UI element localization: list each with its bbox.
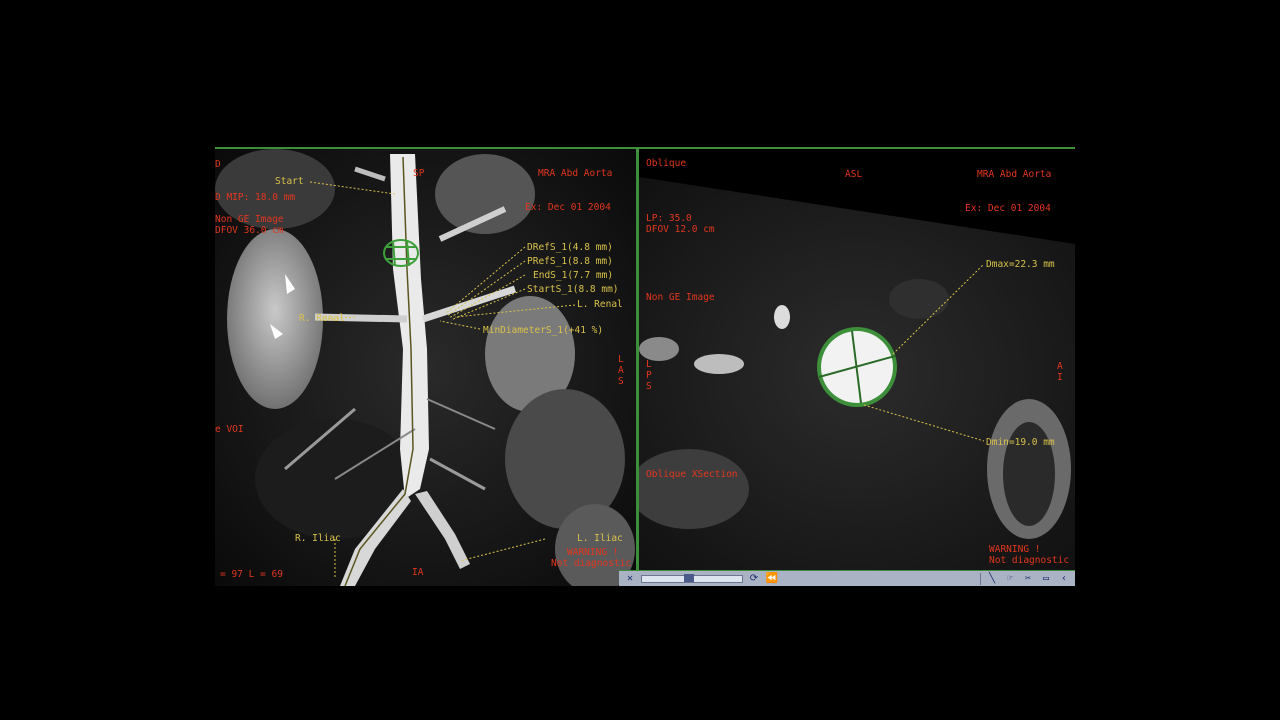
- dmin-label: Dmin=19.0 mm: [986, 437, 1055, 448]
- orient-top-label: SP: [413, 168, 425, 179]
- series-label: MRA Abd Aorta: [977, 169, 1052, 180]
- header-line-1: D: [215, 159, 221, 170]
- warning-sub-label: Not diagnostic: [551, 558, 632, 569]
- cursor-tool-icon[interactable]: ☞: [1003, 573, 1017, 585]
- orient-top-label: ASL: [845, 169, 863, 180]
- exam-date-label: Ex: Dec 01 2004: [965, 203, 1051, 214]
- dfov-label: DFOV 12.0 cm: [646, 224, 715, 235]
- min-diameter-label: MinDiameterS_1(+41 %): [483, 325, 604, 336]
- non-ge-image-label: Non GE Image: [215, 214, 284, 225]
- end-measurement: EndS_1(7.7 mm): [533, 270, 614, 281]
- l-renal-label: L. Renal: [577, 299, 623, 310]
- cut-icon[interactable]: ✂: [1021, 573, 1035, 585]
- warning-sub-label: Not diagnostic: [989, 555, 1070, 566]
- xsection-label: Oblique XSection: [646, 469, 738, 480]
- r-renal-label: R. Renal: [299, 313, 345, 324]
- start-label: Start: [275, 176, 304, 187]
- pref-measurement: PRefS_1(8.8 mm): [527, 256, 613, 267]
- orient-bottom-label: IA: [412, 567, 424, 578]
- viewer-toolbar: ✕ ⟳ ⏪ ╲ ☞ ✂ ▭ ‹: [619, 570, 1075, 586]
- oblique-view-pane[interactable]: Oblique ASL MRA Abd Aorta Ex: Dec 01 200…: [639, 147, 1075, 570]
- view-label: Oblique: [646, 158, 687, 169]
- slider-knob[interactable]: [684, 573, 694, 582]
- warning-label: WARNING !: [989, 544, 1041, 555]
- series-label: MRA Abd Aorta: [538, 168, 613, 179]
- mip-thickness: D MIP: 18.0 mm: [215, 192, 296, 203]
- r-iliac-label: R. Iliac: [295, 533, 341, 544]
- exam-date-label: Ex: Dec 01 2004: [525, 202, 611, 213]
- voi-label: e VOI: [215, 424, 244, 435]
- close-icon[interactable]: ✕: [623, 573, 637, 585]
- warning-label: WARNING !: [567, 547, 619, 558]
- window-level-label: = 97 L = 69: [220, 569, 283, 580]
- orient-left-label: L P S: [646, 359, 652, 392]
- lp-label: LP: 35.0: [646, 213, 692, 224]
- loop-icon[interactable]: ⟳: [747, 573, 761, 585]
- dref-measurement: DRefS_1(4.8 mm): [527, 242, 613, 253]
- l-iliac-label: L. Iliac: [577, 533, 623, 544]
- dfov-label: DFOV 36.0 cm: [215, 225, 284, 236]
- rewind-icon[interactable]: ⏪: [765, 573, 779, 585]
- arrow-left-icon[interactable]: ‹: [1057, 573, 1071, 585]
- imaging-viewer: D D MIP: 18.0 mm Non GE Image DFOV 36.0 …: [215, 147, 1075, 586]
- dmax-label: Dmax=22.3 mm: [986, 259, 1055, 270]
- orient-right-label: A I: [1057, 361, 1063, 383]
- mip-view-pane[interactable]: D D MIP: 18.0 mm Non GE Image DFOV 36.0 …: [215, 147, 636, 586]
- frame-slider[interactable]: [641, 573, 743, 583]
- line-tool-icon[interactable]: ╲: [985, 573, 999, 585]
- orient-right-label: L A S: [618, 354, 624, 387]
- monitor-icon[interactable]: ▭: [1039, 573, 1053, 585]
- start-measurement: StartS_1(8.8 mm): [527, 284, 619, 295]
- toolbar-separator: [980, 572, 981, 585]
- non-ge-image-label: Non GE Image: [646, 292, 715, 303]
